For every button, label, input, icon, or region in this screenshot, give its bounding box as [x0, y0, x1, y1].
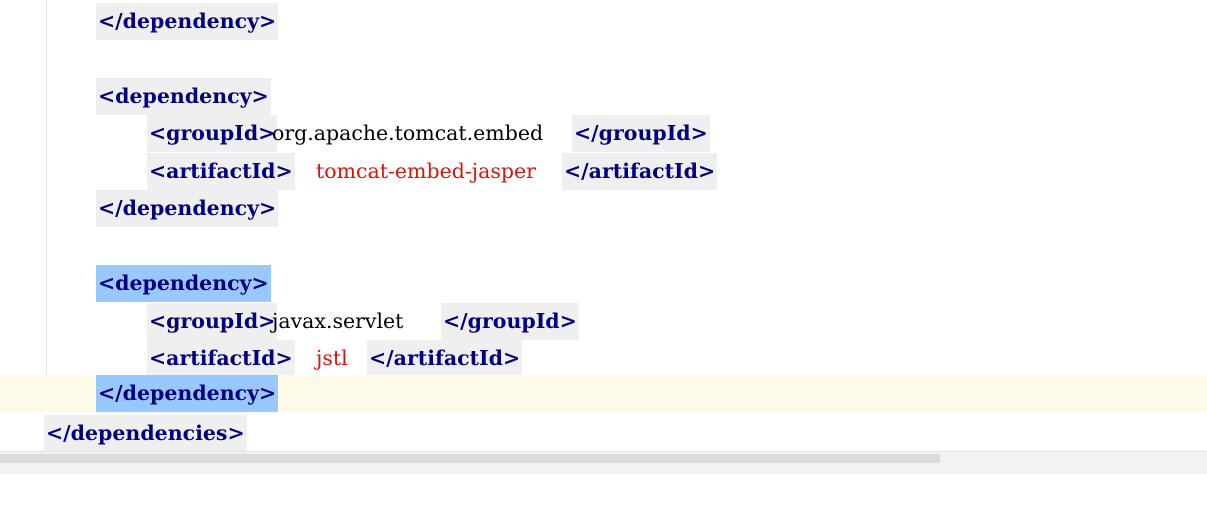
code-line[interactable]: <artifactId> jstl </artifactId> — [0, 340, 1207, 377]
dependency-close-tag[interactable]: </dependency> — [96, 190, 279, 227]
code-line[interactable]: <groupId> org.apache.tomcat.embed </grou… — [0, 115, 1207, 152]
dependency-open-tag-highlighted[interactable]: <dependency> — [96, 265, 271, 302]
dependency-open-tag[interactable]: <dependency> — [96, 78, 271, 115]
artifactid-close-tag[interactable]: </artifactId> — [367, 340, 523, 377]
code-line[interactable]: </dependency> — [0, 3, 1207, 40]
groupid-value[interactable]: org.apache.tomcat.embed — [272, 115, 543, 152]
code-line[interactable]: </dependencies> — [0, 415, 1207, 452]
code-line[interactable]: <artifactId> tomcat-embed-jasper </artif… — [0, 153, 1207, 190]
artifactid-value[interactable]: jstl — [316, 340, 348, 377]
artifactid-open-tag[interactable]: <artifactId> — [147, 153, 295, 190]
scrollbar-divider — [0, 451, 1207, 452]
code-line[interactable]: </dependency> — [0, 190, 1207, 227]
groupid-open-tag[interactable]: <groupId> — [147, 303, 278, 340]
code-line[interactable]: <dependency> — [0, 265, 1207, 302]
code-line[interactable]: <groupId> javax.servlet </groupId> — [0, 303, 1207, 340]
artifactid-close-tag[interactable]: </artifactId> — [562, 153, 718, 190]
dependencies-close-tag[interactable]: </dependencies> — [44, 415, 247, 452]
groupid-value[interactable]: javax.servlet — [272, 303, 403, 340]
dependency-close-tag[interactable]: </dependency> — [96, 3, 279, 40]
groupid-close-tag[interactable]: </groupId> — [572, 115, 710, 152]
artifactid-open-tag[interactable]: <artifactId> — [147, 340, 295, 377]
code-line[interactable]: <dependency> — [0, 78, 1207, 115]
dependency-close-tag-highlighted[interactable]: </dependency> — [96, 375, 279, 412]
artifactid-value[interactable]: tomcat-embed-jasper — [316, 153, 536, 190]
code-editor[interactable]: </dependency> <dependency> <groupId> org… — [0, 0, 1207, 474]
groupid-open-tag[interactable]: <groupId> — [147, 115, 278, 152]
groupid-close-tag[interactable]: </groupId> — [441, 303, 579, 340]
horizontal-scrollbar-thumb[interactable] — [0, 454, 940, 463]
code-line-current[interactable]: </dependency> — [0, 375, 1207, 412]
